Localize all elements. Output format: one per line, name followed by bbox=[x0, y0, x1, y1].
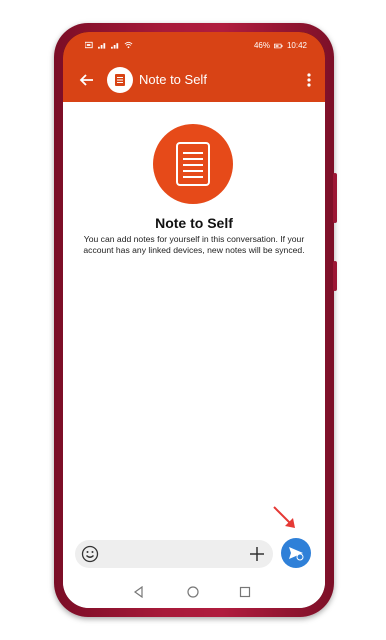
more-vert-icon[interactable] bbox=[303, 70, 315, 90]
status-left bbox=[85, 41, 133, 49]
nav-home-icon[interactable] bbox=[187, 586, 199, 598]
hero-title: Note to Self bbox=[155, 215, 233, 231]
battery-icon bbox=[273, 43, 283, 48]
nav-recent-icon[interactable] bbox=[239, 586, 251, 598]
message-composer bbox=[75, 540, 273, 568]
plus-icon[interactable] bbox=[247, 544, 267, 564]
phone-screen: 46% 10:42 Note to Self Note to Self You … bbox=[63, 32, 325, 608]
red-arrow-annotation bbox=[273, 506, 295, 528]
note-icon bbox=[115, 74, 125, 86]
emoji-icon[interactable] bbox=[81, 545, 99, 563]
volume-button bbox=[333, 173, 337, 223]
phone-frame: 46% 10:42 Note to Self Note to Self You … bbox=[54, 23, 337, 617]
signal-icon-2 bbox=[111, 43, 119, 49]
conversation-content: Note to Self You can add notes for yours… bbox=[63, 102, 325, 608]
send-button[interactable] bbox=[281, 538, 311, 568]
navigation-bar bbox=[63, 576, 325, 608]
clock: 10:42 bbox=[286, 41, 307, 50]
note-hero-icon bbox=[153, 124, 233, 204]
app-title[interactable]: Note to Self bbox=[139, 72, 207, 87]
status-bar: 46% 10:42 bbox=[63, 32, 325, 58]
send-icon bbox=[289, 547, 304, 561]
sim-icon bbox=[85, 41, 93, 49]
nav-back-icon[interactable] bbox=[133, 586, 145, 598]
signal-icon bbox=[98, 43, 106, 49]
arrow-left-icon[interactable] bbox=[77, 70, 97, 90]
message-input[interactable] bbox=[103, 544, 227, 566]
avatar[interactable] bbox=[107, 67, 133, 93]
hero-description: You can add notes for yourself in this c… bbox=[83, 234, 305, 255]
app-bar: Note to Self bbox=[63, 58, 325, 102]
wifi-icon bbox=[124, 41, 133, 49]
status-right: 46% 10:42 bbox=[254, 41, 307, 50]
battery-text: 46% bbox=[253, 41, 270, 50]
power-button bbox=[333, 261, 337, 291]
note-icon bbox=[176, 142, 210, 186]
